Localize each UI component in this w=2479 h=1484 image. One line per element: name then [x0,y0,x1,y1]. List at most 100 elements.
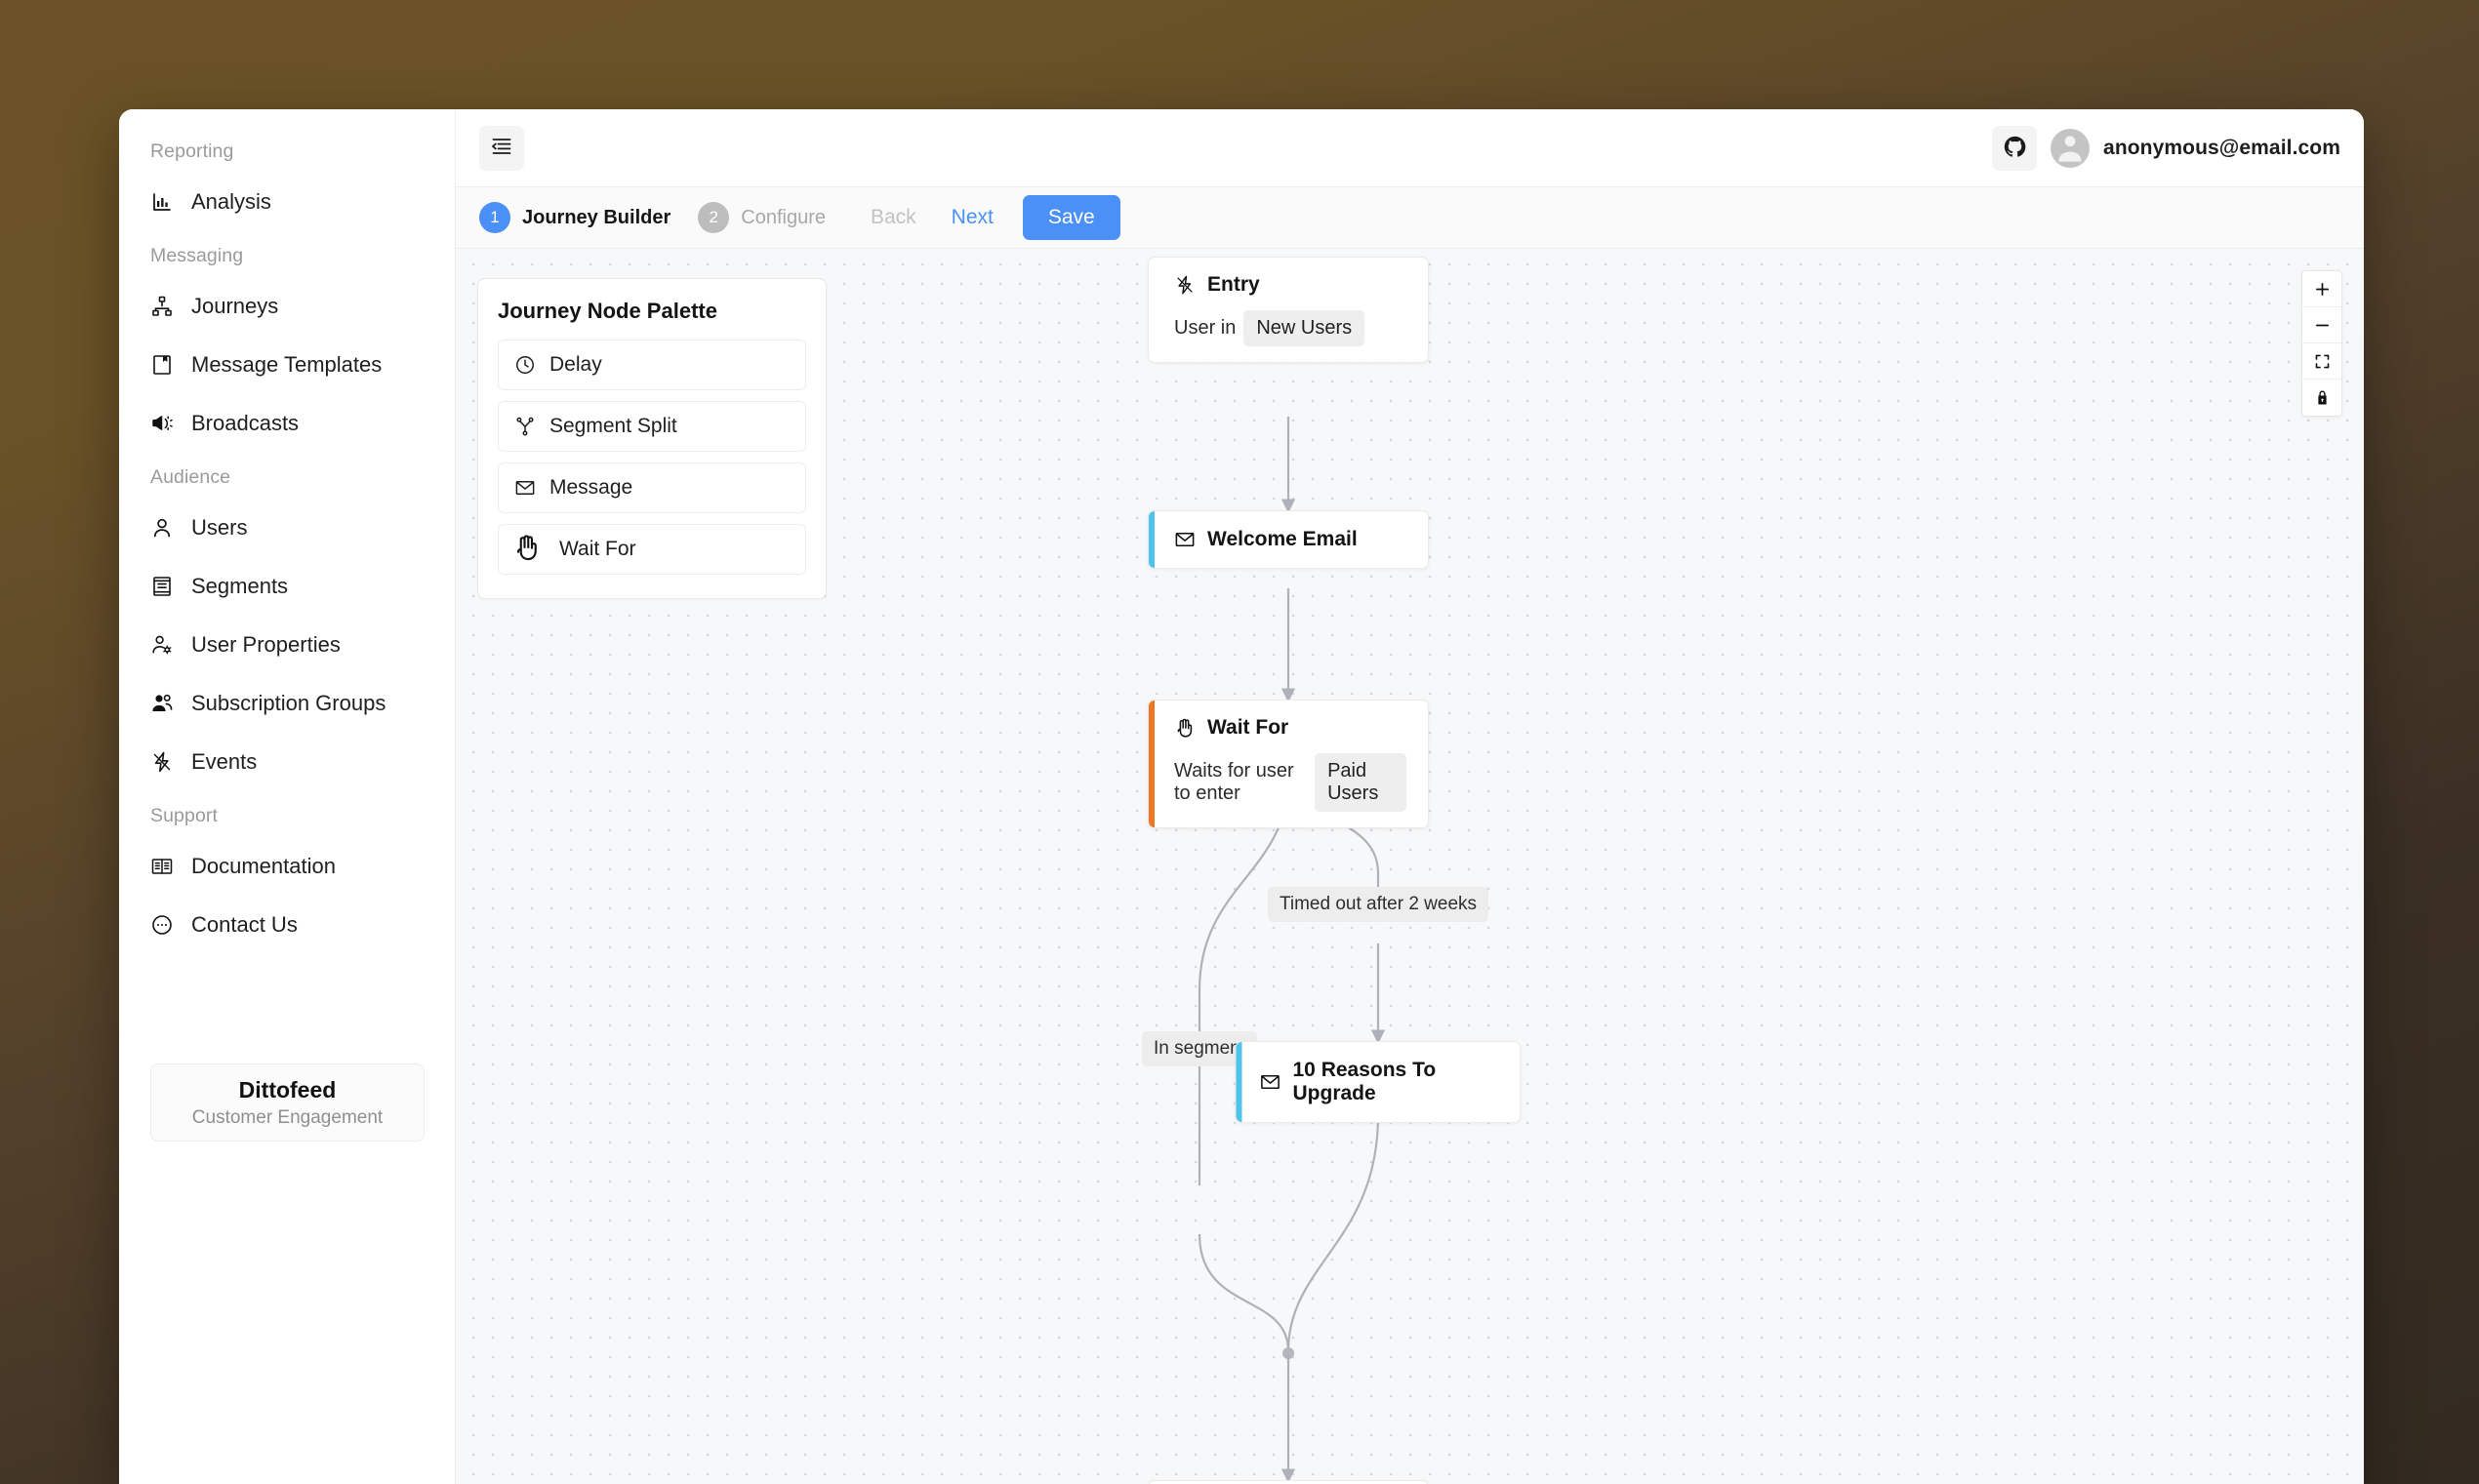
lock-icon [2314,389,2331,406]
step-number: 1 [479,202,510,233]
lock-button[interactable] [2302,380,2341,416]
open-book-icon [150,855,174,878]
brand-tagline: Customer Engagement [191,1106,384,1128]
user-email: anonymous@email.com [2103,136,2340,159]
palette-title: Journey Node Palette [498,299,717,323]
chart-bar-icon [150,190,174,214]
sidebar-section-audience: Audience [150,466,231,488]
github-icon [2003,135,2027,162]
node-title-row: Welcome Email [1174,528,1406,551]
top-header: anonymous@email.com [456,109,2364,187]
sidebar-item-subscription-groups[interactable]: Subscription Groups [119,674,455,733]
node-title-row: Wait For [1174,716,1406,740]
node-title-row: 10 Reasons To Upgrade [1260,1059,1503,1105]
journey-canvas[interactable]: Journey Node Palette Delay Segment Split… [456,249,2364,1484]
main-area: anonymous@email.com 1 Journey Builder 2 … [456,109,2364,1484]
sidebar-item-label: Contact Us [191,912,298,937]
node-accent-bar [1149,701,1155,827]
user-gear-icon [150,633,174,657]
list-box-icon [150,575,174,598]
step-journey-builder[interactable]: 1 Journey Builder [479,202,671,233]
sidebar-item-label: Analysis [191,189,271,214]
journey-node-exit[interactable]: Exit [1148,1480,1429,1484]
sidebar-section-messaging: Messaging [150,245,244,266]
sidebar: Reporting Analysis Messaging Journeys Me… [119,109,456,1484]
node-sub-prefix: User in [1174,317,1237,339]
sidebar-item-label: Message Templates [191,352,383,377]
megaphone-icon [150,412,174,435]
hand-icon [1174,717,1196,739]
sidebar-item-user-properties[interactable]: User Properties [119,616,455,674]
sidebar-item-broadcasts[interactable]: Broadcasts [119,394,455,453]
sidebar-item-label: Users [191,515,248,540]
github-button[interactable] [1992,125,2038,171]
user-icon [150,516,174,540]
sidebar-item-label: User Properties [191,632,341,657]
journey-node-ten-reasons-to-upgrade[interactable]: 10 Reasons To Upgrade [1235,1041,1522,1123]
next-button[interactable]: Next [934,198,1011,237]
step-toolbar: 1 Journey Builder 2 Configure Back Next … [456,187,2364,249]
step-label: Journey Builder [522,206,671,228]
sidebar-item-events[interactable]: Events [119,733,455,791]
avatar[interactable] [2051,128,2091,168]
journey-node-palette: Journey Node Palette Delay Segment Split… [477,278,827,599]
chat-dots-icon [150,913,174,937]
back-button[interactable]: Back [853,198,934,237]
journey-node-wait-for[interactable]: Wait For Waits for user to enter Paid Us… [1148,700,1429,828]
canvas-controls [2301,270,2342,417]
node-chip-segment[interactable]: Paid Users [1315,753,1406,812]
sidebar-item-label: Documentation [191,854,336,878]
node-subtitle-row: User in New Users [1174,310,1406,346]
palette-item-label: Message [549,476,633,499]
envelope-icon [514,477,536,499]
sidebar-collapse-button[interactable] [479,125,524,171]
hand-icon [512,535,538,562]
bolt-icon [150,750,174,774]
header-right-group: anonymous@email.com [1992,125,2340,171]
sidebar-item-message-templates[interactable]: Message Templates [119,336,455,394]
sidebar-item-contact-us[interactable]: Contact Us [119,896,455,954]
journey-node-entry[interactable]: Entry User in New Users [1148,257,1429,363]
sidebar-collapse-icon [490,135,513,161]
palette-item-label: Delay [549,353,602,376]
sidebar-section-support: Support [150,805,218,826]
sidebar-item-journeys[interactable]: Journeys [119,277,455,336]
edge-label-timed-out[interactable]: Timed out after 2 weeks [1267,887,1489,922]
node-title: Wait For [1207,716,1289,739]
save-button[interactable]: Save [1022,195,1120,240]
app-window: Reporting Analysis Messaging Journeys Me… [119,109,2364,1484]
palette-item-message[interactable]: Message [498,462,806,513]
zoom-in-button[interactable] [2302,271,2341,307]
node-chip-segment[interactable]: New Users [1243,310,1365,346]
sidebar-item-label: Segments [191,574,289,598]
node-title: Welcome Email [1207,528,1358,550]
palette-item-wait-for[interactable]: Wait For [498,524,806,575]
sidebar-item-label: Broadcasts [191,411,300,435]
palette-item-segment-split[interactable]: Segment Split [498,401,806,452]
avatar-icon [2053,130,2087,168]
brand-card: Dittofeed Customer Engagement [150,1063,425,1142]
step-configure[interactable]: 2 Configure [698,202,826,233]
sidebar-item-analysis[interactable]: Analysis [119,173,455,231]
palette-item-label: Segment Split [549,415,677,437]
sidebar-item-documentation[interactable]: Documentation [119,837,455,896]
node-accent-bar [1236,1042,1242,1122]
node-title-row: Entry [1174,273,1406,297]
clock-icon [514,354,536,376]
sidebar-item-users[interactable]: Users [119,499,455,557]
zoom-out-button[interactable] [2302,307,2341,343]
book-icon [150,353,174,377]
node-subtitle-row: Waits for user to enter Paid Users [1174,753,1406,812]
node-accent-bar [1149,511,1155,568]
palette-item-label: Wait For [559,538,636,560]
brand-name: Dittofeed [238,1076,337,1103]
sitemap-icon [150,295,174,318]
plus-icon [2314,281,2331,298]
fit-view-button[interactable] [2302,343,2341,380]
node-title: 10 Reasons To Upgrade [1292,1059,1437,1104]
palette-item-delay[interactable]: Delay [498,340,806,390]
journey-node-welcome-email[interactable]: Welcome Email [1148,510,1429,569]
envelope-icon [1260,1071,1281,1093]
sidebar-item-segments[interactable]: Segments [119,557,455,616]
step-number: 2 [698,202,730,233]
